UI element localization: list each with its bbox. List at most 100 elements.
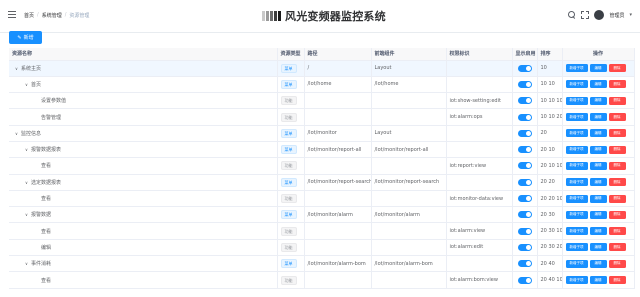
caret-down-icon[interactable]: ▾ [629,12,632,18]
table-row[interactable]: ∨ 报警数据 菜单/lot/monitor/alarm/lot/monitor/al… [9,206,635,224]
edit-button[interactable]: 编辑 [589,276,607,284]
type-tag: 功能 [280,96,297,106]
delete-button[interactable]: 删除 [608,96,626,105]
column-header-name[interactable]: 资源名称 [9,48,278,61]
edit-button[interactable]: 编辑 [589,178,607,187]
table-row[interactable]: ∨ 系统主页 菜单 / Layout 10 新增子项 编辑 删除 [9,60,635,77]
delete-button[interactable]: 删除 [608,129,626,138]
add-child-button[interactable]: 新增子项 [565,145,588,154]
edit-button[interactable]: 编辑 [589,96,607,105]
edit-button[interactable]: 编辑 [589,259,607,268]
edit-button[interactable]: 编辑 [589,80,607,89]
visible-toggle[interactable] [517,113,532,121]
add-child-button[interactable]: 新增子项 [565,210,588,219]
visible-toggle[interactable] [517,129,532,137]
table-row[interactable]: 查看 功能 iot:alarm:bom:view 20 40 10 新增子项 编辑 删除 [9,271,635,289]
delete-button[interactable]: 删除 [608,227,626,236]
visible-toggle[interactable] [517,276,532,284]
delete-button[interactable]: 删除 [608,113,626,122]
delete-button[interactable]: 删除 [608,243,626,252]
visible-toggle[interactable] [517,178,532,186]
table-row[interactable]: ∨ 事件消耗 菜单/lot/monitor/alarm-bom/lot/monito… [9,255,635,273]
edit-button[interactable]: 编辑 [589,243,607,252]
cell-visible [512,157,538,175]
delete-button[interactable]: 删除 [608,194,626,203]
add-child-button[interactable]: 新增子项 [565,161,588,170]
add-child-button[interactable]: 新增子项 [565,64,588,73]
fullscreen-icon[interactable] [581,11,590,19]
table-row[interactable]: 编辑 功能 iot:alarm:edit 20 30 20 新增子项 编辑 删除 [9,239,635,257]
breadcrumb-system[interactable]: 系统管理 [42,12,62,19]
delete-button[interactable]: 删除 [608,276,626,284]
resource-name: 监控信息 [21,130,42,137]
edit-button[interactable]: 编辑 [589,227,607,236]
visible-toggle[interactable] [517,211,532,219]
delete-button[interactable]: 删除 [608,178,626,187]
edit-button[interactable]: 编辑 [589,210,607,219]
add-child-button[interactable]: 新增子项 [565,96,588,105]
add-child-button[interactable]: 新增子项 [565,178,588,187]
delete-button[interactable]: 删除 [608,210,626,219]
search-icon[interactable] [568,11,576,19]
cell-operations: 新增子项 编辑 删除 [562,222,635,240]
delete-button[interactable]: 删除 [608,64,626,73]
edit-button[interactable]: 编辑 [589,161,607,170]
table-row[interactable]: ∨ 报警数据报表 菜单/lot/monitor/report-all/lot/mon… [9,141,635,159]
visible-toggle[interactable] [517,97,532,105]
add-child-button[interactable]: 新增子项 [565,129,588,138]
type-tag: 功能 [280,275,297,285]
add-resource-button[interactable]: ✎ 新增 [9,31,42,44]
visible-toggle[interactable] [517,80,532,88]
edit-button[interactable]: 编辑 [589,145,607,154]
add-child-button[interactable]: 新增子项 [565,227,588,236]
visible-toggle[interactable] [517,243,532,251]
hamburger-menu-icon[interactable] [8,11,16,19]
table-row[interactable]: 设置参数值 功能 iot:show-setting:edit 10 10 10 新增子项… [9,92,635,110]
add-child-button[interactable]: 新增子项 [565,194,588,203]
edit-button[interactable]: 编辑 [589,113,607,122]
column-header-sort[interactable]: 排序 [537,48,563,61]
cell-sort: 10 10 20 [537,108,563,126]
add-child-button[interactable]: 新增子项 [565,259,588,268]
delete-button[interactable]: 删除 [608,145,626,154]
cell-name: 编辑 [9,239,278,257]
avatar[interactable] [594,10,605,20]
column-header-visible[interactable]: 显示启用 [512,48,538,61]
visible-toggle[interactable] [517,64,532,72]
edit-button[interactable]: 编辑 [589,194,607,203]
table-row[interactable]: ∨ 选定数据报表 菜单/lot/monitor/report-search/lot/… [9,174,635,191]
breadcrumb-home[interactable]: 首页 [24,12,34,19]
visible-toggle[interactable] [517,260,532,268]
column-header-type[interactable]: 资源类型 [277,48,305,61]
cell-path [304,108,372,126]
visible-toggle[interactable] [517,227,532,235]
cell-visible [512,206,538,224]
table-row[interactable]: ∨ 首页 菜单/lot/home/lot/home 10 10 新增子项 编辑 删除 [9,76,635,94]
table-row[interactable]: 查看 功能 iot:alarm:view 20 30 10 新增子项 编辑 删除 [9,222,635,240]
table-row[interactable]: 查看 功能 iot:report:view 20 10 10 新增子项 编辑 删除 [9,157,635,175]
column-header-permission[interactable]: 权限标识 [446,48,513,61]
cell-sort: 20 10 10 [537,157,563,175]
user-name[interactable]: 管理员 [609,12,624,19]
delete-button[interactable]: 删除 [608,161,626,170]
add-child-button[interactable]: 新增子项 [565,80,588,89]
column-header-path[interactable]: 路径 [304,48,372,61]
edit-button[interactable]: 编辑 [589,64,607,73]
delete-button[interactable]: 删除 [608,80,626,89]
table-row[interactable]: 查看 功能 iot:monitor-data:view 20 20 10 新增子项 编辑删… [9,190,635,208]
table-row[interactable]: 告警管理 功能 iot:alarm:ops 10 10 20 新增子项 编辑 删除 [9,108,635,126]
cell-visible [512,174,538,191]
add-child-button[interactable]: 新增子项 [565,113,588,122]
edit-button[interactable]: 编辑 [589,129,607,138]
visible-toggle[interactable] [517,162,532,170]
cell-permission [446,174,513,191]
visible-toggle[interactable] [517,195,532,203]
resource-name: 报警数据报表 [31,147,62,154]
table-row[interactable]: ∨ 监控信息 菜单/lot/monitor Layout 20 新增子项 编辑 删除 [9,125,635,142]
add-child-button[interactable]: 新增子项 [565,276,588,284]
cell-sort: 20 20 10 [537,190,563,208]
add-child-button[interactable]: 新增子项 [565,243,588,252]
delete-button[interactable]: 删除 [608,259,626,268]
column-header-component[interactable]: 前端组件 [371,48,447,61]
visible-toggle[interactable] [517,146,532,154]
